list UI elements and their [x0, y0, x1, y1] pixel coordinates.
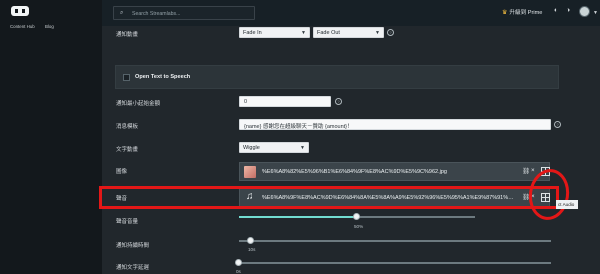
streamlabs-settings-window: Content Hub Blog ⌕ Search Streamlabs... … [0, 0, 600, 274]
min-amount-input[interactable]: 0 [239, 96, 331, 107]
help-icon[interactable]: ? [335, 98, 342, 105]
text-delay-slider[interactable] [235, 259, 551, 266]
select-audio-tooltip: ct Audio [556, 200, 578, 209]
alert-duration-knob[interactable] [247, 237, 254, 244]
image-file-row: %E6%A8%82%E5%96%B1%E6%84%9F%E8%AC%9D%E5%… [239, 162, 550, 181]
min-amount-label: 通知最小起始金額 [116, 101, 161, 107]
help-icon[interactable]: ? [554, 121, 561, 128]
sidebar: Content Hub Blog [0, 0, 102, 274]
search-field[interactable]: ⌕ Search Streamlabs... [113, 6, 255, 20]
sidebar-blog-link[interactable]: Blog [45, 24, 54, 29]
tts-label: Open Text to Speech [135, 74, 191, 80]
help-icon[interactable]: ? [387, 29, 394, 36]
sidebar-content-hub-link[interactable]: Content Hub [10, 24, 35, 29]
sound-volume-slider[interactable] [239, 213, 475, 220]
text-to-speech-panel: Open Text to Speech [115, 65, 559, 89]
image-label: 圖像 [116, 169, 128, 175]
sound-volume-fill [239, 216, 357, 218]
image-thumbnail [244, 166, 256, 178]
text-animation-value: Wiggle [243, 145, 260, 151]
theme-icon[interactable]: ◐ [554, 7, 558, 14]
text-animation-label: 文字動畫 [116, 147, 139, 153]
chevron-down-icon: ▼ [301, 30, 306, 36]
link-icon[interactable]: ⛓ [522, 167, 530, 175]
text-delay-value: 0s [236, 269, 241, 274]
alert-duration-value: 10s [248, 247, 256, 252]
text-delay-label: 通知文字延遲 [116, 265, 150, 271]
text-delay-knob[interactable] [235, 259, 242, 266]
template-label: 消息模板 [116, 124, 139, 130]
sound-volume-value: 50% [354, 224, 364, 229]
top-bar: ⌕ Search Streamlabs... ♛ 升級到 Prime ◐ ◑ ▼ [102, 0, 600, 26]
sound-row-highlight-annotation [99, 186, 559, 209]
animation-out-select[interactable]: Fade Out ▼ [313, 27, 384, 38]
tts-checkbox[interactable] [123, 74, 130, 81]
sound-volume-label: 聲音音量 [116, 219, 139, 225]
search-placeholder: Search Streamlabs... [132, 11, 181, 17]
alert-duration-slider[interactable] [239, 237, 551, 244]
sound-volume-knob[interactable] [353, 213, 360, 220]
animation-label: 通知動畫 [116, 32, 139, 38]
remove-icon[interactable]: × [531, 167, 535, 174]
main-panel: ⌕ Search Streamlabs... ♛ 升級到 Prime ◐ ◑ ▼ … [99, 0, 600, 274]
text-animation-select[interactable]: Wiggle ▼ [239, 142, 309, 153]
dropdown-icon[interactable]: ▼ [593, 10, 598, 16]
image-file-name: %E6%A8%82%E5%96%B1%E6%84%9F%E8%AC%9D%E5%… [262, 169, 447, 175]
prime-upgrade-button[interactable]: ♛ 升級到 Prime [502, 8, 542, 16]
animation-in-value: Fade In [243, 30, 262, 36]
animation-in-select[interactable]: Fade In ▼ [239, 27, 310, 38]
chevron-down-icon: ▼ [300, 145, 305, 151]
prime-upgrade-label: 升級到 Prime [509, 10, 543, 16]
streamlabs-logo [11, 6, 29, 16]
chevron-down-icon: ▼ [375, 30, 380, 36]
theme-toggle-icon[interactable]: ◑ [566, 7, 570, 14]
user-avatar-icon[interactable] [579, 6, 590, 17]
template-input[interactable]: {name} 感謝您在超級聊天－贊助 {amount}！ [239, 119, 551, 130]
animation-out-value: Fade Out [317, 30, 340, 36]
crown-icon: ♛ [502, 10, 508, 16]
search-icon: ⌕ [120, 10, 124, 16]
alert-duration-label: 通知持續時間 [116, 243, 150, 249]
